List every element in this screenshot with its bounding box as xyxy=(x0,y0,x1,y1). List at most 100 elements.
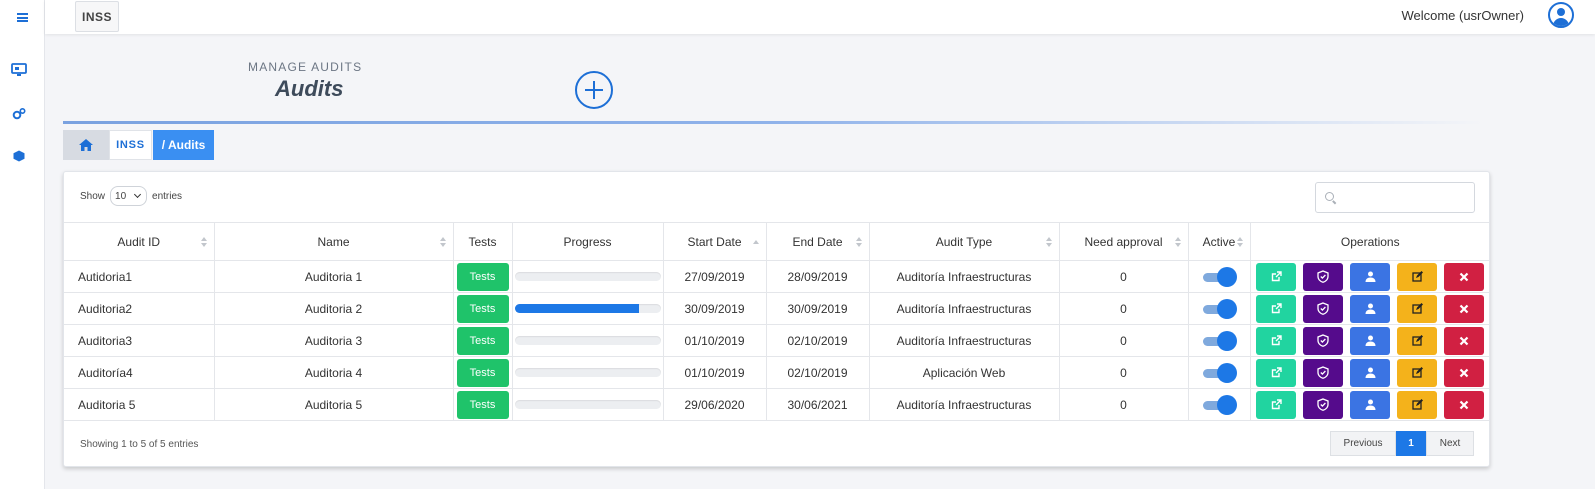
open-audit-button[interactable] xyxy=(1256,326,1297,355)
welcome-text[interactable]: Welcome (usrOwner) xyxy=(1401,8,1524,23)
page-size-select[interactable]: 10 xyxy=(110,186,148,206)
column-header[interactable]: Audit Type xyxy=(868,222,1060,261)
page-subtitle: MANAGE AUDITS xyxy=(248,60,363,74)
active-toggle[interactable] xyxy=(1201,266,1237,287)
active-toggle[interactable] xyxy=(1201,330,1237,351)
avatar[interactable] xyxy=(1548,2,1574,28)
delete-audit-button[interactable] xyxy=(1444,294,1485,323)
start-date-cell: 27/09/2019 xyxy=(662,260,767,293)
sort-icon[interactable] xyxy=(1045,237,1053,247)
next-page-button[interactable]: Next xyxy=(1426,431,1474,456)
approve-audit-button[interactable] xyxy=(1303,262,1344,291)
shield-check-icon xyxy=(1317,270,1329,283)
sort-icon[interactable] xyxy=(200,237,208,247)
approve-audit-button[interactable] xyxy=(1303,390,1344,419)
active-cell xyxy=(1187,388,1251,421)
tests-button[interactable]: Tests xyxy=(456,358,509,387)
column-header: Operations xyxy=(1249,222,1489,261)
column-header[interactable]: Start Date xyxy=(662,222,767,261)
breadcrumb-root[interactable]: INSS xyxy=(109,130,152,160)
delete-audit-button[interactable] xyxy=(1444,326,1485,355)
sort-icon[interactable] xyxy=(752,237,760,247)
user-icon xyxy=(1365,335,1376,346)
home-icon[interactable] xyxy=(63,130,109,160)
audit-name-cell: Auditoria 3 xyxy=(213,324,454,357)
assign-user-button[interactable] xyxy=(1350,294,1391,323)
end-date-cell: 30/09/2019 xyxy=(765,292,870,325)
tests-button[interactable]: Tests xyxy=(456,262,509,291)
approve-audit-button[interactable] xyxy=(1303,326,1344,355)
column-header: Tests xyxy=(452,222,513,261)
sort-icon[interactable] xyxy=(1174,237,1182,247)
active-toggle[interactable] xyxy=(1201,394,1237,415)
assign-user-button[interactable] xyxy=(1350,326,1391,355)
delete-audit-button[interactable] xyxy=(1444,262,1485,291)
audit-id-cell: Auditoría4 xyxy=(64,356,215,389)
external-link-icon xyxy=(1271,271,1282,282)
sidebar xyxy=(0,0,45,489)
column-header-label: Need approval xyxy=(1084,234,1163,249)
tests-button[interactable]: Tests xyxy=(456,326,509,355)
audit-id-cell: Auditoria 5 xyxy=(64,388,215,421)
brand-logo[interactable]: INSS xyxy=(75,1,119,32)
shield-check-icon xyxy=(1317,334,1329,347)
tests-button[interactable]: Tests xyxy=(456,390,509,419)
menu-icon[interactable] xyxy=(0,0,45,34)
edit-audit-button[interactable] xyxy=(1397,326,1438,355)
column-header-label: Name xyxy=(317,234,350,249)
shield-check-icon xyxy=(1317,302,1329,315)
tests-cell: Tests xyxy=(452,292,513,325)
monitor-icon[interactable] xyxy=(11,62,27,78)
edit-audit-button[interactable] xyxy=(1397,262,1438,291)
active-toggle[interactable] xyxy=(1201,298,1237,319)
assign-user-button[interactable] xyxy=(1350,262,1391,291)
user-icon xyxy=(1365,303,1376,314)
edit-audit-button[interactable] xyxy=(1397,390,1438,419)
need-approval-cell: 0 xyxy=(1058,388,1189,421)
column-header[interactable]: Need approval xyxy=(1058,222,1189,261)
assign-user-button[interactable] xyxy=(1350,358,1391,387)
previous-page-button[interactable]: Previous xyxy=(1330,431,1396,456)
open-audit-button[interactable] xyxy=(1256,294,1297,323)
approve-audit-button[interactable] xyxy=(1303,358,1344,387)
page-1-button[interactable]: 1 xyxy=(1396,431,1426,456)
sort-icon[interactable] xyxy=(855,237,863,247)
column-header[interactable]: Active xyxy=(1187,222,1251,261)
need-approval-cell: 0 xyxy=(1058,260,1189,293)
sort-icon[interactable] xyxy=(1236,237,1244,247)
open-audit-button[interactable] xyxy=(1256,262,1297,291)
tests-button[interactable]: Tests xyxy=(456,294,509,323)
assign-user-button[interactable] xyxy=(1350,390,1391,419)
open-audit-button[interactable] xyxy=(1256,390,1297,419)
table-row: Autidoria1 Auditoria 1 Tests 27/09/2019 28/0… xyxy=(64,260,1489,293)
search-input[interactable] xyxy=(1315,182,1475,213)
delete-audit-button[interactable] xyxy=(1444,358,1485,387)
tests-cell: Tests xyxy=(452,388,513,421)
column-header-label: Active xyxy=(1202,234,1236,249)
edit-audit-button[interactable] xyxy=(1397,294,1438,323)
approve-audit-button[interactable] xyxy=(1303,294,1344,323)
delete-icon xyxy=(1459,336,1469,346)
column-header[interactable]: Name xyxy=(213,222,454,261)
chevron-down-icon xyxy=(133,190,142,199)
cube-icon[interactable] xyxy=(11,148,27,164)
column-header-label: Audit ID xyxy=(117,234,161,249)
edit-audit-button[interactable] xyxy=(1397,358,1438,387)
active-toggle[interactable] xyxy=(1201,362,1237,383)
operations-cell xyxy=(1249,388,1489,421)
column-header-label: End Date xyxy=(792,234,843,249)
audits-table: Audit ID Name Tests Progress Start Date End D… xyxy=(64,222,1489,421)
page-length-control: Show 10 entries xyxy=(80,186,182,206)
column-header[interactable]: Audit ID xyxy=(64,222,215,261)
shield-check-icon xyxy=(1317,366,1329,379)
delete-audit-button[interactable] xyxy=(1444,390,1485,419)
column-header[interactable]: End Date xyxy=(765,222,870,261)
audit-type-cell: Aplicación Web xyxy=(868,356,1060,389)
sort-icon[interactable] xyxy=(439,237,447,247)
gears-icon[interactable] xyxy=(11,106,27,122)
add-audit-button[interactable] xyxy=(575,71,613,109)
table-row: Auditoria3 Auditoria 3 Tests 01/10/2019 02/1… xyxy=(64,324,1489,357)
audit-name-cell: Auditoria 2 xyxy=(213,292,454,325)
show-label: Show xyxy=(80,190,106,202)
open-audit-button[interactable] xyxy=(1256,358,1297,387)
